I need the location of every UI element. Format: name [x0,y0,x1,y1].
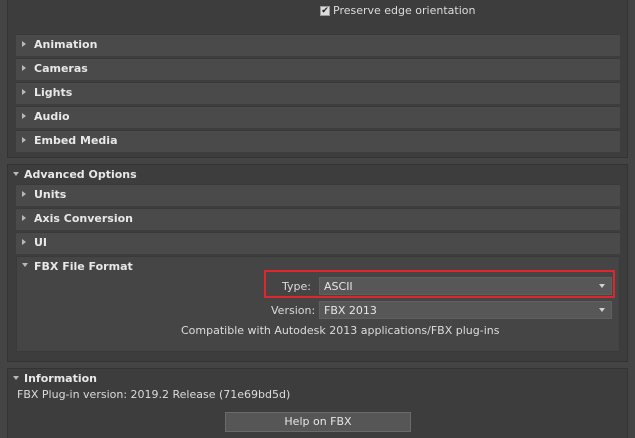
expand-triangle-icon[interactable] [22,263,28,267]
collapse-triangle-icon [22,89,26,95]
collapse-triangle-icon [22,239,26,245]
collapse-triangle-icon [22,191,26,197]
check-icon: ✔ [321,6,329,16]
rollout-ui[interactable]: UI [16,232,620,254]
type-dropdown[interactable]: ASCII [319,277,612,295]
plugin-version-text: FBX Plug-in version: 2019.2 Release (71e… [17,388,291,401]
information-title[interactable]: Information [24,372,97,385]
type-value: ASCII [324,280,353,293]
preserve-edge-checkbox[interactable]: ✔ [320,6,330,16]
rollout-audio[interactable]: Audio [16,106,620,128]
collapse-triangle-icon [22,137,26,143]
fbx-file-format-title[interactable]: FBX File Format [34,260,133,273]
compat-text: Compatible with Autodesk 2013 applicatio… [181,324,500,337]
collapse-triangle-icon [22,215,26,221]
version-label: Version: [271,304,316,317]
collapse-triangle-icon [22,113,26,119]
rollout-label: UI [34,236,48,249]
rollout-axis-conversion[interactable]: Axis Conversion [16,208,620,230]
collapse-triangle-icon [22,65,26,71]
rollout-label: Axis Conversion [34,212,133,225]
rollout-animation[interactable]: Animation [16,34,620,56]
rollout-label: Animation [34,38,98,51]
rollout-cameras[interactable]: Cameras [16,58,620,80]
rollout-label: Embed Media [34,134,118,147]
chevron-down-icon [599,308,605,312]
expand-triangle-icon[interactable] [13,376,19,380]
rollout-embed-media[interactable]: Embed Media [16,130,620,152]
collapse-triangle-icon [22,41,26,47]
preserve-edge-label: Preserve edge orientation [333,4,476,17]
help-on-fbx-button[interactable]: Help on FBX [225,412,411,432]
expand-triangle-icon[interactable] [13,172,19,176]
version-dropdown[interactable]: FBX 2013 [319,301,612,319]
fbx-export-dialog: ✔ Preserve edge orientation Animation Ca… [0,0,635,438]
rollout-units[interactable]: Units [16,184,620,206]
rollout-lights[interactable]: Lights [16,82,620,104]
chevron-down-icon [599,284,605,288]
rollout-label: Audio [34,110,70,123]
advanced-options-title[interactable]: Advanced Options [24,168,137,181]
rollout-label: Lights [34,86,73,99]
rollout-label: Units [34,188,67,201]
version-value: FBX 2013 [324,304,377,317]
rollout-label: Cameras [34,62,88,75]
type-label: Type: [282,280,311,293]
